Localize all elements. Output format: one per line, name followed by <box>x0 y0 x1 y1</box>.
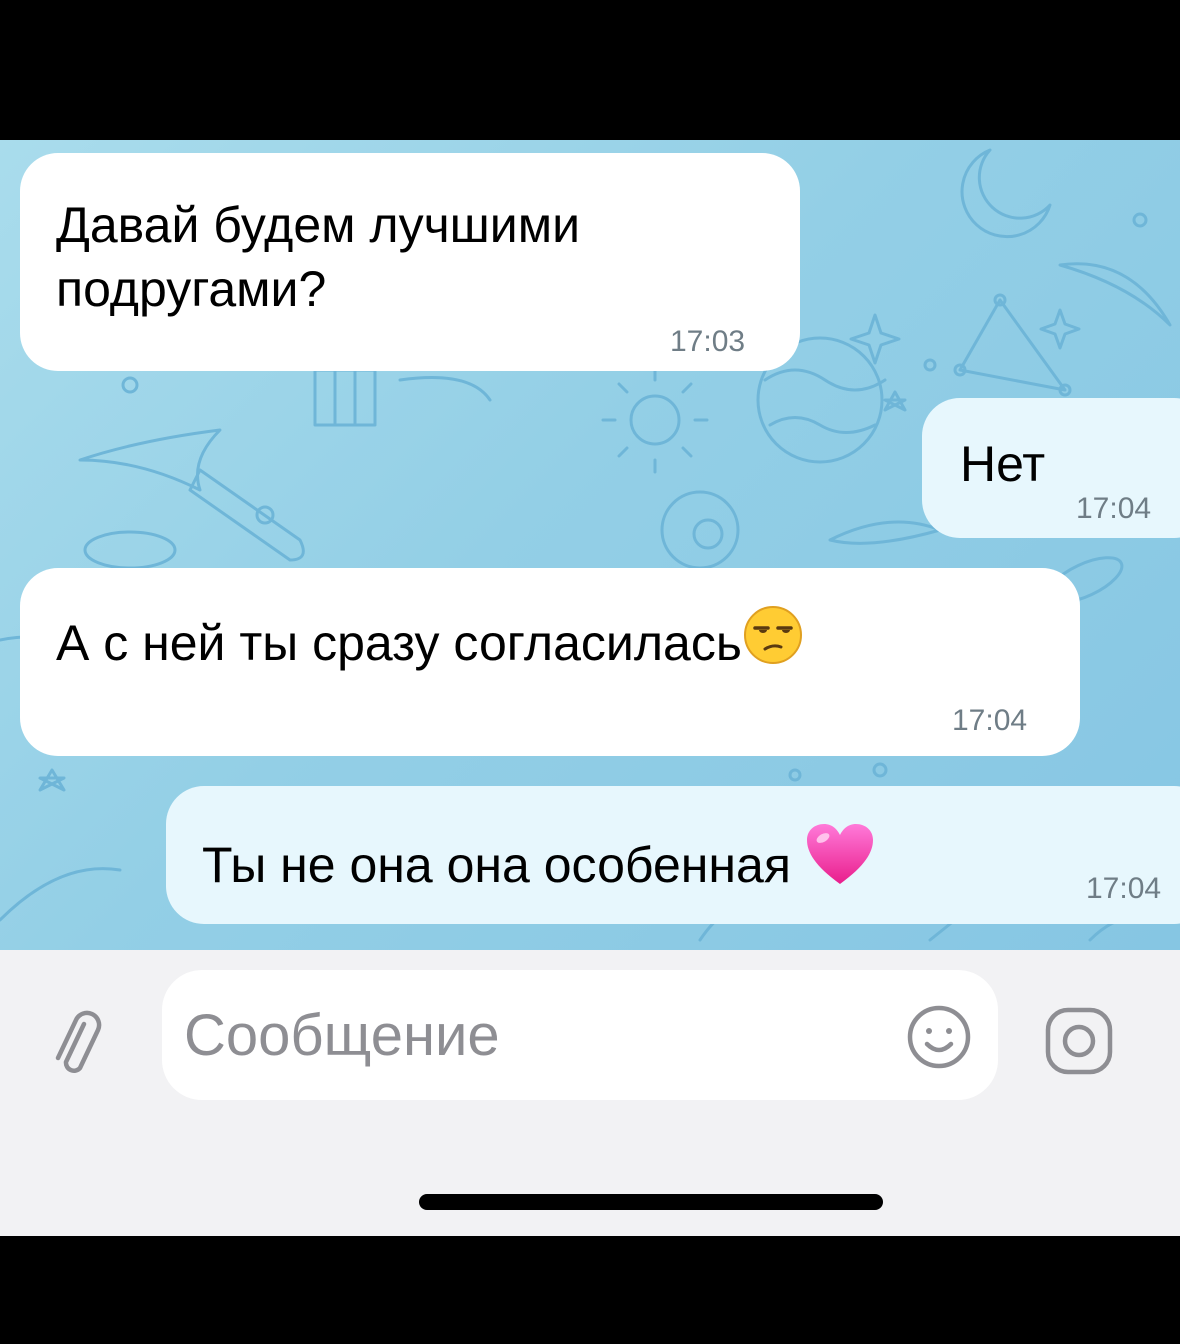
message-time: 17:04 <box>1086 872 1162 905</box>
pink-heart-emoji <box>805 822 875 903</box>
unamused-face-emoji <box>742 604 804 681</box>
message-placeholder: Сообщение <box>184 1003 500 1068</box>
message-text: Ты не она она особенная <box>202 822 875 903</box>
message-text-content: Ты не она она особенная <box>202 837 791 893</box>
message-input[interactable]: Сообщение <box>162 970 998 1100</box>
paperclip-icon[interactable] <box>46 1010 108 1080</box>
message-text-content: А с ней ты сразу согласилась <box>56 615 742 671</box>
message-time: 17:04 <box>1076 492 1152 525</box>
message-time: 17:03 <box>670 325 746 358</box>
message-text: А с ней ты сразу согласилась <box>56 604 804 681</box>
message-text: Нет <box>960 436 1046 492</box>
message-composer: Сообщение <box>0 950 1180 1236</box>
message-text: Давай будем лучшими подругами? <box>56 197 580 317</box>
message-bubble-incoming[interactable]: А с ней ты сразу согласилась 17:04 <box>20 568 1080 756</box>
home-indicator <box>419 1194 883 1210</box>
message-time: 17:04 <box>952 704 1028 737</box>
smiley-icon[interactable] <box>906 1004 972 1070</box>
message-bubble-outgoing[interactable]: Нет 17:04 <box>922 398 1180 538</box>
camera-icon[interactable] <box>1044 1006 1114 1076</box>
message-bubble-outgoing[interactable]: Ты не она она особенная 17:04 <box>166 786 1180 924</box>
chat-wallpaper: Давай будем лучшими подругами? 17:03 Нет… <box>0 140 1180 950</box>
message-bubble-incoming[interactable]: Давай будем лучшими подругами? 17:03 <box>20 153 800 371</box>
